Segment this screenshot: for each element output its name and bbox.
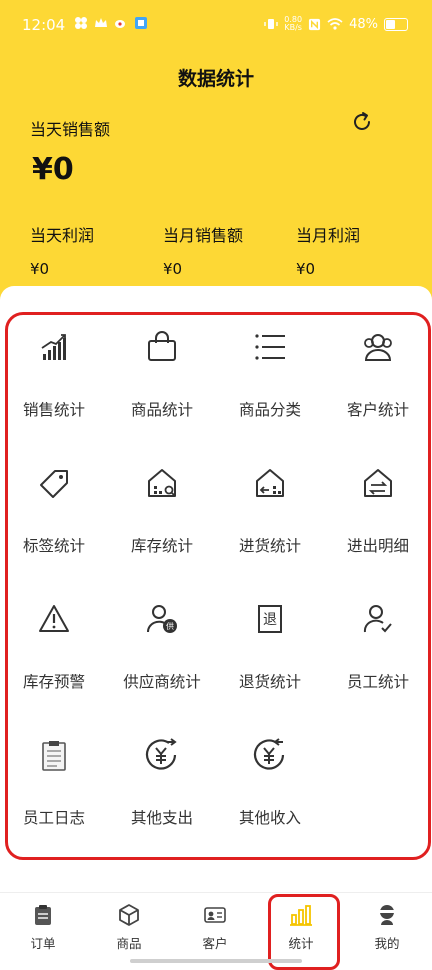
stat-today-profit: 当天利润 ¥0	[30, 222, 94, 278]
page-title: 数据统计	[177, 68, 254, 90]
tab-customers[interactable]: 客户	[172, 893, 258, 965]
status-bar: 12:04 0.80 KB/s 48%	[0, 0, 432, 52]
stat-month-sales: 当月销售额 ¥0	[163, 222, 243, 278]
vibrate-icon	[264, 19, 278, 29]
tab-label: 订单	[30, 936, 56, 951]
stat-value: ¥0	[30, 260, 50, 278]
tab-label: 我的	[374, 936, 400, 951]
profile-icon	[380, 905, 394, 925]
battery-percent: 48%	[349, 16, 378, 32]
refresh-icon[interactable]	[350, 110, 374, 134]
stat-value: ¥0	[296, 260, 316, 278]
tab-orders[interactable]: 订单	[0, 893, 86, 965]
wifi-icon	[327, 18, 343, 30]
tab-mine[interactable]: 我的	[344, 893, 430, 965]
notification-icons	[74, 16, 148, 30]
status-time: 12:04	[22, 16, 66, 34]
tab-products[interactable]: 商品	[86, 893, 172, 965]
battery-icon	[384, 17, 408, 31]
customer-card-icon	[204, 907, 226, 923]
speed-unit: KB/s	[284, 23, 302, 32]
app-notification-icon	[74, 16, 88, 30]
order-icon	[35, 905, 51, 925]
today-sales-label: 当天销售额	[30, 120, 111, 139]
stat-label: 当月利润	[296, 226, 361, 245]
home-indicator[interactable]	[130, 959, 302, 963]
grid-highlight-frame	[5, 312, 431, 860]
nfc-icon	[309, 18, 321, 30]
stat-label: 当月销售额	[163, 226, 244, 245]
stat-month-profit: 当月利润 ¥0	[296, 222, 360, 278]
product-box-icon	[119, 904, 139, 926]
crown-icon	[94, 16, 108, 30]
tab-label: 客户	[202, 936, 228, 951]
weibo-icon	[114, 16, 128, 30]
today-sales-value: ¥0	[32, 152, 74, 187]
tab-label: 商品	[116, 936, 142, 951]
app-badge-icon	[134, 16, 148, 30]
status-right: 0.80 KB/s 48%	[264, 16, 408, 32]
stat-label: 当天利润	[30, 226, 95, 245]
network-speed: 0.80 KB/s	[284, 16, 302, 32]
stat-value: ¥0	[163, 260, 183, 278]
bottom-tab-bar: 订单 商品 客户 统计 我的	[0, 892, 432, 965]
